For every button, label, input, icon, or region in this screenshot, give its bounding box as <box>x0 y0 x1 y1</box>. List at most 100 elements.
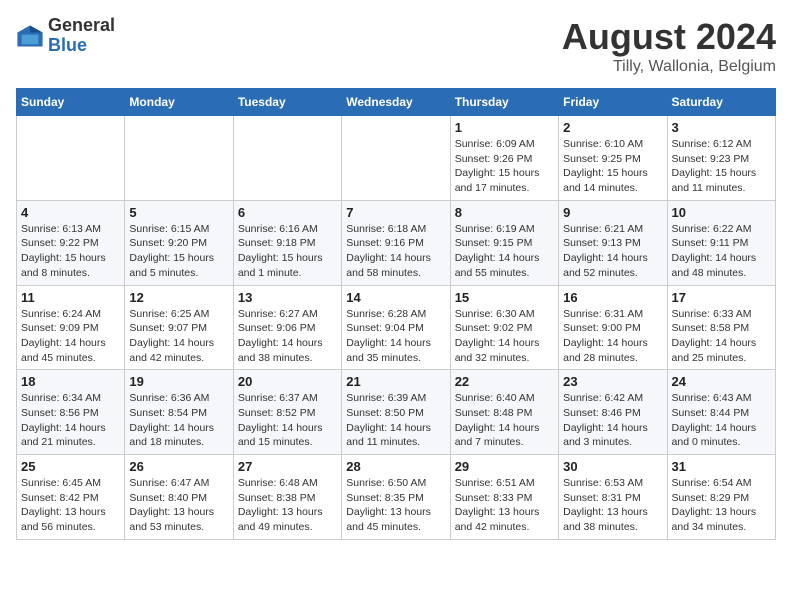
calendar-cell: 30 Sunrise: 6:53 AM Sunset: 8:31 PM Dayli… <box>559 455 667 540</box>
day-number: 11 <box>21 290 120 305</box>
day-number: 28 <box>346 459 445 474</box>
day-number: 20 <box>238 374 337 389</box>
calendar-cell: 23Sunrise: 6:42 AM Sunset: 8:46 PM Dayli… <box>559 370 667 455</box>
weekday-header: Monday <box>125 89 233 116</box>
day-number: 26 <box>129 459 228 474</box>
day-number: 16 <box>563 290 662 305</box>
calendar-cell: 18 Sunrise: 6:34 AM Sunset: 8:56 PM Dayli… <box>17 370 125 455</box>
calendar-cell: 24 Sunrise: 6:43 AM Sunset: 8:44 PM Dayli… <box>667 370 775 455</box>
day-number: 18 <box>21 374 120 389</box>
day-number: 9 <box>563 205 662 220</box>
calendar-cell: 28Sunrise: 6:50 AM Sunset: 8:35 PM Dayli… <box>342 455 450 540</box>
day-number: 12 <box>129 290 228 305</box>
day-info: Sunrise: 6:40 AM Sunset: 8:48 PM Dayligh… <box>455 391 554 450</box>
calendar-cell <box>342 116 450 201</box>
day-info: Sunrise: 6:47 AM Sunset: 8:40 PM Dayligh… <box>129 476 228 535</box>
day-info: Sunrise: 6:33 AM Sunset: 8:58 PM Dayligh… <box>672 307 771 366</box>
day-info: Sunrise: 6:39 AM Sunset: 8:50 PM Dayligh… <box>346 391 445 450</box>
calendar-cell: 2Sunrise: 6:10 AM Sunset: 9:25 PM Daylig… <box>559 116 667 201</box>
day-number: 24 <box>672 374 771 389</box>
calendar-cell: 3 Sunrise: 6:12 AM Sunset: 9:23 PM Daylig… <box>667 116 775 201</box>
day-number: 13 <box>238 290 337 305</box>
day-number: 10 <box>672 205 771 220</box>
day-number: 22 <box>455 374 554 389</box>
day-info: Sunrise: 6:12 AM Sunset: 9:23 PM Dayligh… <box>672 137 771 196</box>
calendar-cell: 27 Sunrise: 6:48 AM Sunset: 8:38 PM Dayli… <box>233 455 341 540</box>
calendar-cell <box>233 116 341 201</box>
day-info: Sunrise: 6:37 AM Sunset: 8:52 PM Dayligh… <box>238 391 337 450</box>
calendar-week-row: 4 Sunrise: 6:13 AM Sunset: 9:22 PM Daylig… <box>17 200 776 285</box>
logo-icon <box>16 22 44 50</box>
calendar-cell: 15Sunrise: 6:30 AM Sunset: 9:02 PM Dayli… <box>450 285 558 370</box>
weekday-header: Tuesday <box>233 89 341 116</box>
day-number: 3 <box>672 120 771 135</box>
weekday-header: Sunday <box>17 89 125 116</box>
calendar-week-row: 18 Sunrise: 6:34 AM Sunset: 8:56 PM Dayli… <box>17 370 776 455</box>
calendar-cell: 5 Sunrise: 6:15 AM Sunset: 9:20 PM Daylig… <box>125 200 233 285</box>
calendar-cell: 10 Sunrise: 6:22 AM Sunset: 9:11 PM Dayli… <box>667 200 775 285</box>
calendar-table: SundayMondayTuesdayWednesdayThursdayFrid… <box>16 88 776 540</box>
day-number: 27 <box>238 459 337 474</box>
logo-general: General <box>48 16 115 36</box>
day-info: Sunrise: 6:51 AM Sunset: 8:33 PM Dayligh… <box>455 476 554 535</box>
day-number: 19 <box>129 374 228 389</box>
day-info: Sunrise: 6:22 AM Sunset: 9:11 PM Dayligh… <box>672 222 771 281</box>
calendar-cell: 1 Sunrise: 6:09 AM Sunset: 9:26 PM Daylig… <box>450 116 558 201</box>
month-title: August 2024 <box>562 16 776 58</box>
title-block: August 2024 Tilly, Wallonia, Belgium <box>562 16 776 76</box>
day-number: 29 <box>455 459 554 474</box>
day-info: Sunrise: 6:09 AM Sunset: 9:26 PM Dayligh… <box>455 137 554 196</box>
day-number: 6 <box>238 205 337 220</box>
day-info: Sunrise: 6:24 AM Sunset: 9:09 PM Dayligh… <box>21 307 120 366</box>
day-number: 5 <box>129 205 228 220</box>
day-info: Sunrise: 6:13 AM Sunset: 9:22 PM Dayligh… <box>21 222 120 281</box>
logo: General Blue <box>16 16 115 56</box>
calendar-cell: 29 Sunrise: 6:51 AM Sunset: 8:33 PM Dayli… <box>450 455 558 540</box>
day-number: 31 <box>672 459 771 474</box>
logo-text: General Blue <box>48 16 115 56</box>
day-info: Sunrise: 6:10 AM Sunset: 9:25 PM Dayligh… <box>563 137 662 196</box>
calendar-cell: 25 Sunrise: 6:45 AM Sunset: 8:42 PM Dayli… <box>17 455 125 540</box>
logo-blue: Blue <box>48 36 115 56</box>
day-info: Sunrise: 6:45 AM Sunset: 8:42 PM Dayligh… <box>21 476 120 535</box>
weekday-header: Saturday <box>667 89 775 116</box>
day-info: Sunrise: 6:34 AM Sunset: 8:56 PM Dayligh… <box>21 391 120 450</box>
day-info: Sunrise: 6:16 AM Sunset: 9:18 PM Dayligh… <box>238 222 337 281</box>
location: Tilly, Wallonia, Belgium <box>562 58 776 76</box>
calendar-cell: 21Sunrise: 6:39 AM Sunset: 8:50 PM Dayli… <box>342 370 450 455</box>
day-number: 15 <box>455 290 554 305</box>
calendar-week-row: 25 Sunrise: 6:45 AM Sunset: 8:42 PM Dayli… <box>17 455 776 540</box>
calendar-cell: 4 Sunrise: 6:13 AM Sunset: 9:22 PM Daylig… <box>17 200 125 285</box>
calendar-cell: 9Sunrise: 6:21 AM Sunset: 9:13 PM Daylig… <box>559 200 667 285</box>
day-number: 1 <box>455 120 554 135</box>
weekday-header: Thursday <box>450 89 558 116</box>
calendar-cell: 17 Sunrise: 6:33 AM Sunset: 8:58 PM Dayli… <box>667 285 775 370</box>
day-info: Sunrise: 6:25 AM Sunset: 9:07 PM Dayligh… <box>129 307 228 366</box>
calendar-cell: 20 Sunrise: 6:37 AM Sunset: 8:52 PM Dayli… <box>233 370 341 455</box>
calendar-week-row: 1 Sunrise: 6:09 AM Sunset: 9:26 PM Daylig… <box>17 116 776 201</box>
day-info: Sunrise: 6:42 AM Sunset: 8:46 PM Dayligh… <box>563 391 662 450</box>
calendar-week-row: 11 Sunrise: 6:24 AM Sunset: 9:09 PM Dayli… <box>17 285 776 370</box>
calendar-cell: 16Sunrise: 6:31 AM Sunset: 9:00 PM Dayli… <box>559 285 667 370</box>
day-number: 4 <box>21 205 120 220</box>
day-info: Sunrise: 6:28 AM Sunset: 9:04 PM Dayligh… <box>346 307 445 366</box>
day-number: 30 <box>563 459 662 474</box>
day-info: Sunrise: 6:43 AM Sunset: 8:44 PM Dayligh… <box>672 391 771 450</box>
day-info: Sunrise: 6:15 AM Sunset: 9:20 PM Dayligh… <box>129 222 228 281</box>
day-number: 14 <box>346 290 445 305</box>
calendar-cell: 31 Sunrise: 6:54 AM Sunset: 8:29 PM Dayli… <box>667 455 775 540</box>
day-number: 25 <box>21 459 120 474</box>
day-info: Sunrise: 6:54 AM Sunset: 8:29 PM Dayligh… <box>672 476 771 535</box>
page-header: General Blue August 2024 Tilly, Wallonia… <box>16 16 776 76</box>
day-info: Sunrise: 6:53 AM Sunset: 8:31 PM Dayligh… <box>563 476 662 535</box>
calendar-cell: 12 Sunrise: 6:25 AM Sunset: 9:07 PM Dayli… <box>125 285 233 370</box>
day-number: 17 <box>672 290 771 305</box>
weekday-header-row: SundayMondayTuesdayWednesdayThursdayFrid… <box>17 89 776 116</box>
day-info: Sunrise: 6:18 AM Sunset: 9:16 PM Dayligh… <box>346 222 445 281</box>
weekday-header: Wednesday <box>342 89 450 116</box>
calendar-cell: 8 Sunrise: 6:19 AM Sunset: 9:15 PM Daylig… <box>450 200 558 285</box>
day-info: Sunrise: 6:19 AM Sunset: 9:15 PM Dayligh… <box>455 222 554 281</box>
weekday-header: Friday <box>559 89 667 116</box>
day-info: Sunrise: 6:48 AM Sunset: 8:38 PM Dayligh… <box>238 476 337 535</box>
day-number: 8 <box>455 205 554 220</box>
